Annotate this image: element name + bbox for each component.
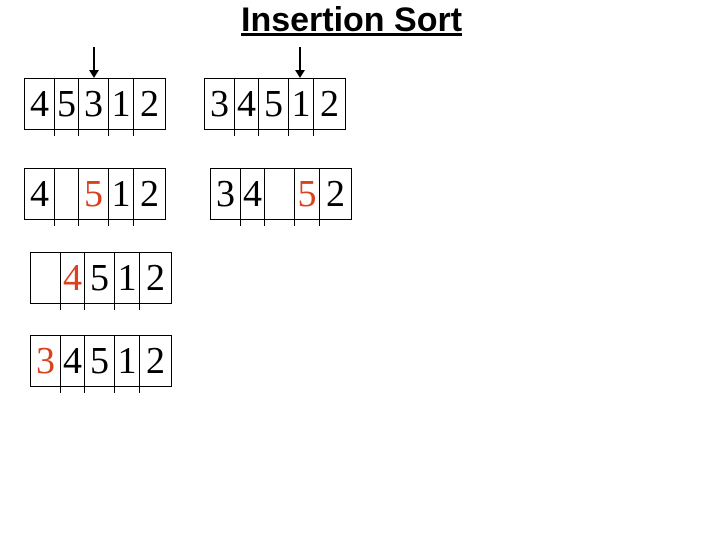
array-cell: 4 [235, 79, 259, 136]
array-cell: 1 [109, 79, 134, 136]
array-cell: 4 [25, 169, 55, 226]
array-cell: 1 [115, 336, 140, 393]
array-cell: 2 [146, 340, 165, 382]
array-cell-empty [55, 169, 79, 226]
array-cell: 1 [115, 253, 140, 310]
array-right-row-2: 3 4 5 2 [210, 168, 352, 226]
array-cell-empty [265, 169, 295, 226]
array-cell: 2 [326, 173, 345, 215]
array-left-row-2: 4 5 1 2 [24, 168, 166, 226]
array-cell: 5 [85, 253, 115, 310]
array-cell-empty [31, 253, 61, 310]
array-cell: 3 [205, 79, 235, 136]
array-cell-highlighted: 5 [295, 169, 320, 226]
array-cell: 4 [25, 79, 55, 136]
slide-title: Insertion Sort [241, 1, 463, 39]
array-cell: 3 [79, 79, 109, 136]
array-cell: 2 [146, 257, 165, 299]
array-cell: 1 [289, 79, 314, 136]
array-right-row-1: 3 4 5 1 2 [204, 78, 346, 136]
array-cell: 2 [320, 83, 339, 125]
pointer-arrow-right [295, 47, 305, 78]
array-cell: 2 [140, 173, 159, 215]
array-left-row-3: 4 5 1 2 [30, 252, 172, 310]
array-cell: 5 [55, 79, 79, 136]
array-left-row-1: 4 5 3 1 2 [24, 78, 166, 136]
pointer-arrow-left [89, 47, 99, 78]
array-cell-highlighted: 3 [31, 336, 61, 393]
array-left-row-4: 3 4 5 1 2 [30, 335, 172, 393]
array-cell-highlighted: 4 [61, 253, 85, 310]
array-cell: 5 [259, 79, 289, 136]
array-cell: 5 [85, 336, 115, 393]
array-cell: 2 [140, 83, 159, 125]
array-cell: 4 [61, 336, 85, 393]
array-cell: 3 [211, 169, 241, 226]
array-cell-highlighted: 5 [79, 169, 109, 226]
array-cell: 4 [241, 169, 265, 226]
array-cell: 1 [109, 169, 134, 226]
